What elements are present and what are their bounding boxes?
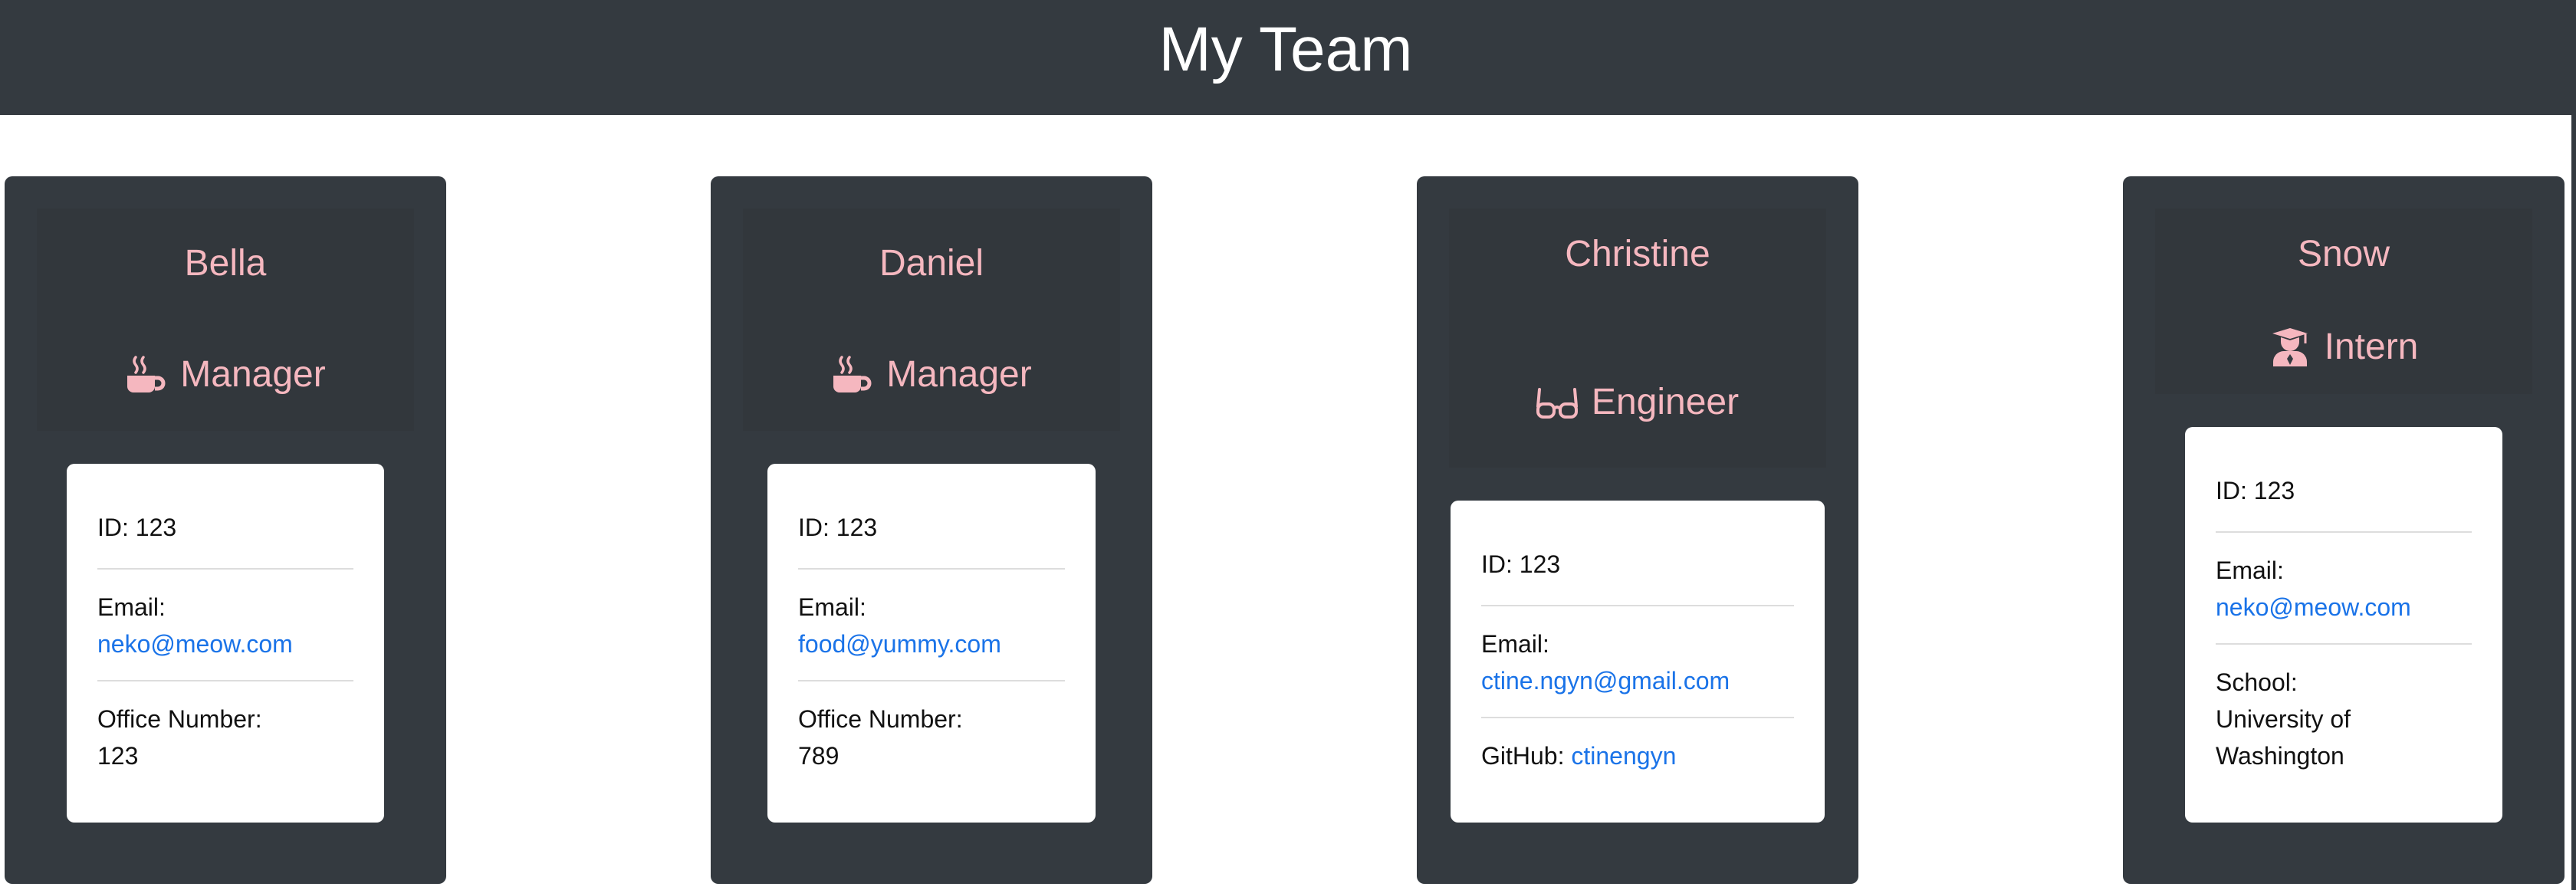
email-label: Email: bbox=[97, 593, 166, 621]
card-name-header: Christine bbox=[1449, 209, 1826, 339]
employee-name: Daniel bbox=[879, 243, 984, 284]
employee-role: Manager bbox=[886, 354, 1032, 395]
page: My Team Bella Manager ID: 123 Email: nek… bbox=[0, 0, 2576, 890]
email-link[interactable]: food@yummy.com bbox=[798, 626, 1065, 662]
email-label: Email: bbox=[1481, 630, 1549, 658]
email-link[interactable]: neko@meow.com bbox=[97, 626, 353, 662]
info-panel: ID: 123 Email: neko@meow.com School: Uni… bbox=[2185, 427, 2502, 823]
info-panel: ID: 123 Email: neko@meow.com Office Numb… bbox=[67, 464, 384, 823]
divider bbox=[798, 680, 1065, 681]
school-value: University of bbox=[2216, 705, 2351, 733]
employee-card: Snow Intern ID: 123 Email: neko@meow.com… bbox=[2123, 176, 2564, 884]
coffee-mug-icon bbox=[127, 356, 166, 392]
divider bbox=[97, 680, 353, 681]
office-number-label: Office Number: bbox=[798, 705, 963, 733]
divider bbox=[2216, 531, 2472, 533]
card-name-header: Bella bbox=[37, 209, 414, 320]
email-label: Email: bbox=[2216, 557, 2284, 584]
page-title: My Team bbox=[1158, 15, 1413, 84]
glasses-icon bbox=[1536, 388, 1578, 419]
employee-id: ID: 123 bbox=[2216, 477, 2295, 504]
divider bbox=[1481, 717, 1794, 718]
card-role-header: Intern bbox=[2155, 300, 2532, 394]
office-number-label: Office Number: bbox=[97, 705, 262, 733]
divider bbox=[798, 568, 1065, 570]
employee-role: Intern bbox=[2324, 327, 2419, 367]
card-role-header: Manager bbox=[743, 319, 1120, 431]
card-role-header: Engineer bbox=[1449, 337, 1826, 468]
card-name-header: Snow bbox=[2155, 209, 2532, 302]
email-label: Email: bbox=[798, 593, 866, 621]
email-link[interactable]: ctine.ngyn@gmail.com bbox=[1481, 662, 1794, 699]
employee-id: ID: 123 bbox=[97, 514, 177, 541]
graduate-icon bbox=[2272, 328, 2308, 366]
github-row: GitHub: ctinengyn bbox=[1481, 737, 1794, 774]
office-number-value: 789 bbox=[798, 742, 840, 770]
card-name-header: Daniel bbox=[743, 209, 1120, 320]
divider bbox=[97, 568, 353, 570]
school-label: School: bbox=[2216, 668, 2298, 696]
employee-id: ID: 123 bbox=[1481, 550, 1561, 578]
info-panel: ID: 123 Email: ctine.ngyn@gmail.com GitH… bbox=[1451, 501, 1825, 823]
employee-card: Christine Engineer ID: 123 Email: ctine.… bbox=[1417, 176, 1858, 884]
header-banner: My Team bbox=[0, 0, 2571, 115]
employee-card: Daniel Manager ID: 123 Email: food@yummy… bbox=[711, 176, 1152, 884]
github-link[interactable]: ctinengyn bbox=[1571, 742, 1676, 770]
divider bbox=[1481, 605, 1794, 606]
employee-name: Christine bbox=[1565, 234, 1710, 274]
email-link[interactable]: neko@meow.com bbox=[2216, 589, 2472, 626]
employee-name: Snow bbox=[2297, 234, 2390, 274]
employee-name: Bella bbox=[184, 243, 267, 284]
employee-role: Engineer bbox=[1591, 382, 1740, 422]
divider bbox=[2216, 643, 2472, 645]
office-number-value: 123 bbox=[97, 742, 139, 770]
employee-card: Bella Manager ID: 123 Email: neko@meow.c… bbox=[5, 176, 446, 884]
info-panel: ID: 123 Email: food@yummy.com Office Num… bbox=[767, 464, 1096, 823]
coffee-mug-icon bbox=[833, 356, 872, 392]
scrollbar[interactable] bbox=[2571, 0, 2576, 890]
github-label: GitHub: bbox=[1481, 742, 1565, 770]
school-value-line-2: Washington bbox=[2216, 742, 2344, 770]
card-role-header: Manager bbox=[37, 319, 414, 431]
employee-role: Manager bbox=[180, 354, 326, 395]
employee-id: ID: 123 bbox=[798, 514, 878, 541]
